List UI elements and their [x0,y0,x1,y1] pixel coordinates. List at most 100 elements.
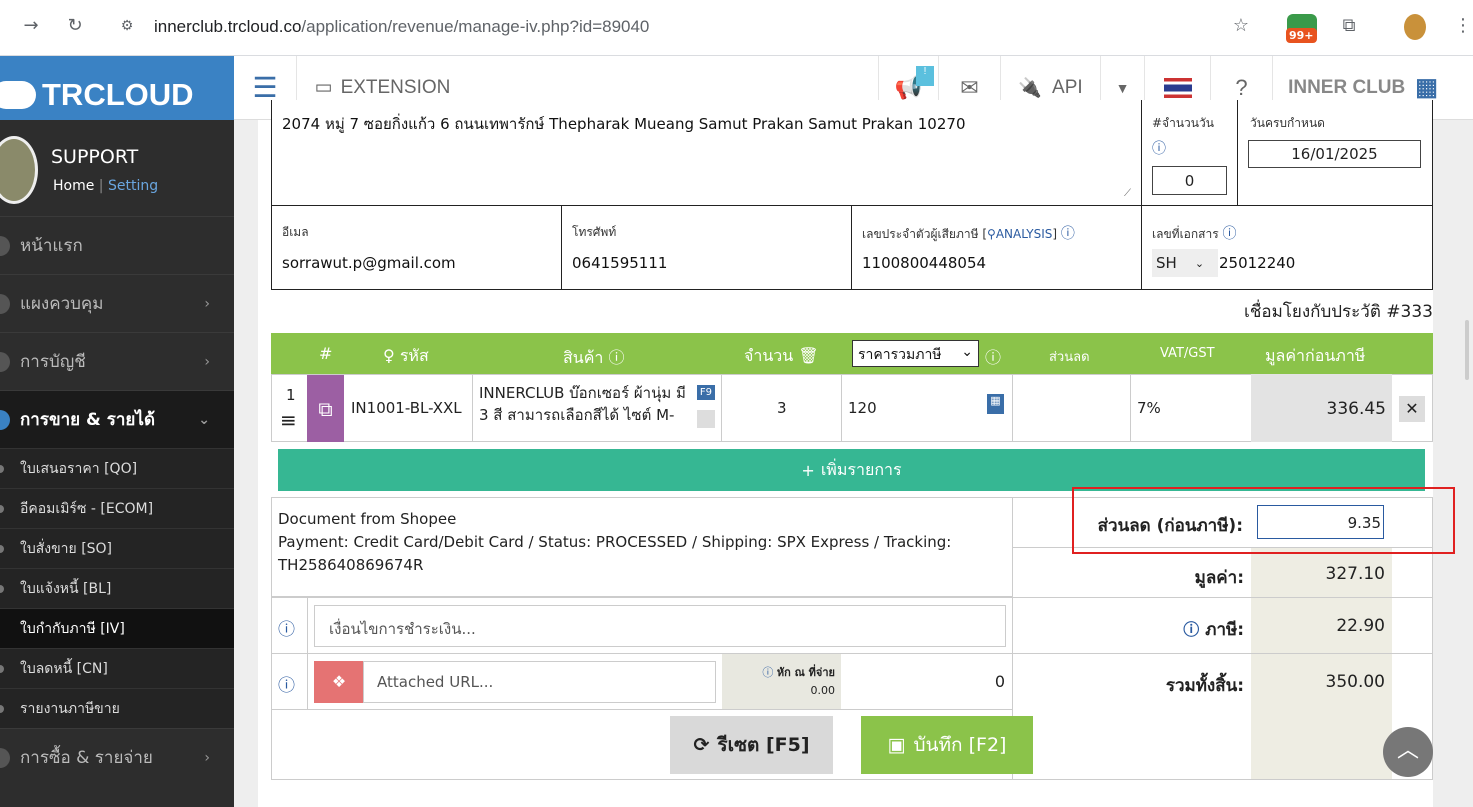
info-icon[interactable]: ⓘ [608,348,624,367]
save-button[interactable]: ▣ บันทึก [F2] [861,716,1033,774]
refresh-icon: ⟳ [693,734,710,756]
info-icon[interactable]: ⓘ [762,666,773,679]
sub-label: ใบกำกับภาษี [IV] [20,620,125,637]
sidebar-item-purchase[interactable]: การซื้อ & รายจ่าย › [0,728,234,786]
item-vat[interactable]: 7% [1137,399,1161,417]
info-icon[interactable]: ⓘ [1183,620,1199,639]
prefix-value: SH [1156,254,1177,272]
thai-flag-icon [1163,77,1192,98]
credit-days-input[interactable]: 0 [1152,166,1227,195]
item-discount[interactable] [1013,374,1131,442]
resize-handle-icon [697,410,715,428]
info-icon[interactable]: ⓘ [1222,226,1236,242]
chevron-down-icon: ⌄ [1194,256,1205,270]
reload-icon[interactable]: ↻ [64,15,86,36]
col-code: รหัส [399,346,429,365]
scroll-top-button[interactable]: ︿ [1383,727,1433,777]
total-label: รวมทั้งสิ้น: [1165,676,1244,696]
plug-icon: 🔌 [1018,77,1043,99]
f9-button[interactable]: F9 [696,385,715,400]
taxid-label: เลขประจำตัวผู้เสียภาษี [ [862,227,988,241]
item-qty[interactable]: 3 [777,399,787,417]
sidebar-sub-iv[interactable]: ใบกำกับภาษี [IV] [0,608,234,648]
sidebar-sub-qo[interactable]: ใบเสนอราคา [QO] [0,448,234,488]
price-mode-select[interactable]: ราคารวมภาษี ⌄ [852,340,979,367]
home-link[interactable]: Home [53,178,94,194]
menu-dots-icon[interactable]: ⋮ [1452,15,1473,36]
drag-handle-icon[interactable]: ≡ [280,408,297,432]
profile-avatar[interactable] [1404,14,1426,40]
url-path: /application/revenue/manage-iv.php?id=89… [301,17,650,36]
logo-text: TRCLOUD [42,77,194,112]
app-logo[interactable]: TRCLOUD [0,56,234,120]
reset-button[interactable]: ⟳ รีเซต [F5] [670,716,833,774]
tax-label: ภาษี: [1205,620,1244,640]
price-cell[interactable]: 120 ▦ [841,374,1013,442]
notes-box[interactable]: Document from Shopee Payment: Credit Card… [271,497,1013,597]
phone-field[interactable]: 0641595111 [572,254,667,272]
add-item-button[interactable]: + เพิ่มรายการ [278,449,1425,491]
info-icon[interactable]: ⓘ [278,615,295,640]
prefix-select[interactable]: SH ⌄ [1152,249,1218,277]
due-date-input[interactable]: 16/01/2025 [1248,140,1421,168]
sidebar-item-home[interactable]: หน้าแรก [0,216,234,274]
chevron-down-icon: ⌄ [198,411,210,428]
docno-field[interactable]: 25012240 [1219,254,1295,272]
address-box[interactable]: 2074 หมู่ 7 ซอยกิ่งแก้ว 6 ถนนเทพารักษ์ T… [271,100,1142,206]
purchase-icon [0,747,10,768]
attached-url-input[interactable]: Attached URL... [363,661,716,703]
analysis-link[interactable]: ANALYSIS [996,227,1053,241]
bookmark-star-icon[interactable]: ☆ [1230,15,1252,36]
resize-handle-icon: ⟋ [1124,188,1131,199]
col-discount: ส่วนลด [1049,350,1090,365]
actions-bar [271,710,1433,780]
taxid-field[interactable]: 1100800448054 [862,254,986,272]
info-icon[interactable]: ⓘ [985,344,1001,368]
save-label: บันทึก [F2] [913,734,1007,756]
sidebar-sub-bl[interactable]: ใบแจ้งหนี้ [BL] [0,568,234,608]
sub-label: ใบสั่งขาย [SO] [20,540,113,557]
puzzle-icon[interactable]: ⧉ [1338,15,1360,36]
delete-row-icon[interactable]: ✕ [1399,396,1425,422]
copy-row-icon[interactable]: ⧉ [307,375,344,442]
email-field[interactable]: sorrawut.p@gmail.com [282,254,456,272]
taxid-bracket: ] [1052,227,1058,241]
sidebar-sub-cn[interactable]: ใบลดหนี้ [CN] [0,648,234,688]
sidebar-item-sales[interactable]: การขาย & รายได้ ⌄ [0,390,234,448]
site-settings-icon[interactable]: ⚙ [116,18,138,34]
scrollbar[interactable] [1465,320,1469,380]
sidebar-sub-so[interactable]: ใบสั่งขาย [SO] [0,528,234,568]
tax-amount: 22.90 [1336,616,1385,636]
col-vat: VAT/GST [1160,346,1215,361]
address-bar[interactable]: innerclub.trcloud.co/application/revenue… [154,17,649,37]
setting-link[interactable]: Setting [108,178,158,194]
sidebar-item-dashboard[interactable]: แผงควบคุม › [0,274,234,332]
items-table-header: # ♀ รหัส สินค้า ⓘ จำนวน 🗑 ราคารวมภาษี ⌄ ⓘ… [271,333,1433,375]
sidebar-item-accounting[interactable]: การบัญชี › [0,332,234,390]
sidebar-sub-ecom[interactable]: อีคอมเมิร์ซ - [ECOM] [0,488,234,528]
back-icon[interactable]: → [20,15,42,36]
item-code[interactable]: IN1001-BL-XXL [351,399,462,417]
value-amount: 327.10 [1325,564,1385,584]
wht-amount[interactable]: 0 [995,672,1005,691]
dropbox-icon[interactable]: ❖ [314,661,364,703]
product-description: INNERCLUB บ๊อกเซอร์ ผ้านุ่ม มี 3 สี สามา… [479,384,686,424]
info-icon[interactable]: ⓘ [278,671,295,696]
company-name: INNER CLUB [1288,76,1406,98]
email-label: อีเมล [282,225,309,239]
info-icon[interactable]: ⓘ [1152,138,1166,158]
chevron-right-icon: › [204,353,210,370]
info-icon[interactable]: ⓘ [1061,226,1075,242]
history-link[interactable]: เชื่อมโยงกับประวัติ #333 [1244,298,1433,325]
search-icon: ⚲ [987,227,996,241]
calculator-icon[interactable]: ▦ [987,394,1004,414]
sub-label: อีคอมเมิร์ซ - [ECOM] [20,500,154,517]
sidebar-sub-tax-report[interactable]: รายงานภาษีขาย [0,688,234,728]
price-mode-value: ราคารวมภาษี [858,347,942,363]
trash-icon[interactable]: 🗑 [798,346,818,365]
payment-terms-input[interactable]: เงื่อนไขการชำระเงิน... [314,605,1006,647]
sub-label: ใบแจ้งหนี้ [BL] [20,580,112,597]
product-cell[interactable]: INNERCLUB บ๊อกเซอร์ ผ้านุ่ม มี 3 สี สามา… [472,374,722,442]
sidebar-item-label: การบัญชี [20,352,86,372]
sub-label: รายงานภาษีขาย [20,700,120,717]
